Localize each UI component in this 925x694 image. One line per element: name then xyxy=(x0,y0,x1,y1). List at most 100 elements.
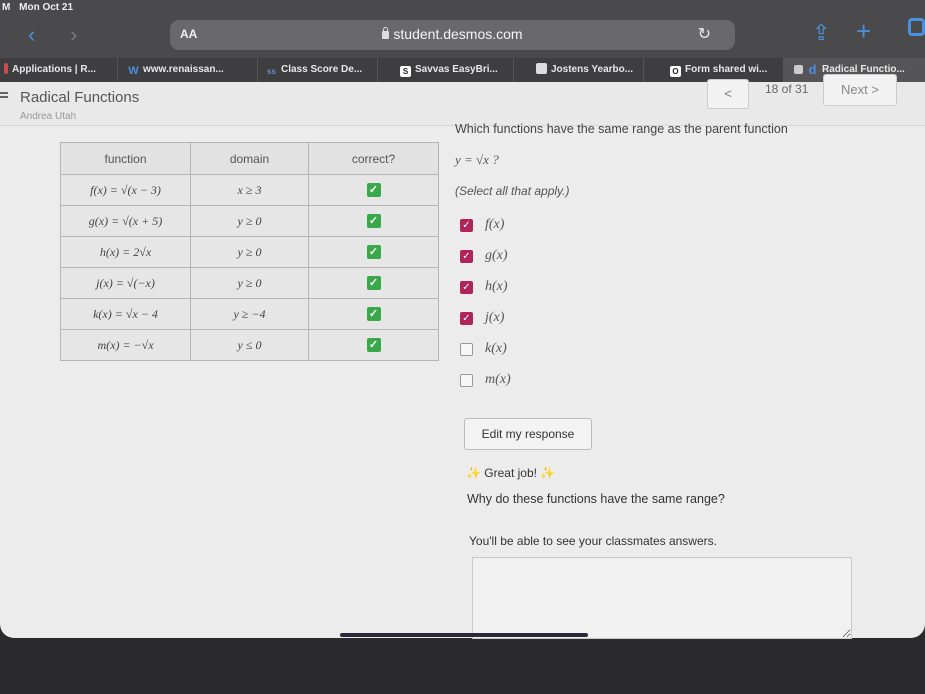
renaissance-icon: W xyxy=(128,65,139,77)
correct-check-icon: ✓ xyxy=(366,307,381,321)
question-instruction: (Select all that apply.) xyxy=(455,184,570,198)
question-prompt: Which functions have the same range as t… xyxy=(455,122,788,136)
column-header-domain: domain xyxy=(190,142,309,175)
question-math: y = √x ? xyxy=(455,152,499,167)
correct-check-icon: ✓ xyxy=(366,214,381,228)
checkbox[interactable] xyxy=(460,343,473,356)
activity-title: Radical Functions xyxy=(20,89,140,106)
tab-renaissance[interactable]: Wwww.renaissan... xyxy=(118,58,258,82)
reload-icon[interactable]: ↻ xyxy=(698,24,711,44)
desmos-page: Radical Functions Andrea Utah < 18 of 31… xyxy=(0,74,925,639)
status-time: M xyxy=(2,2,11,13)
tab-label: Class Score De... xyxy=(281,64,363,75)
app-icon xyxy=(4,63,8,74)
domain-cell: y ≥ −4 xyxy=(190,298,309,330)
column-header-correct: correct? xyxy=(308,142,439,175)
tab-jostens[interactable]: Jostens Yearbo... xyxy=(514,58,644,82)
tab-label: www.renaissan... xyxy=(143,64,224,75)
correct-cell: ✓ xyxy=(308,205,439,237)
desmos-icon: d xyxy=(808,62,817,77)
table-row: m(x) = −√x y ≤ 0 ✓ xyxy=(60,329,439,361)
correct-cell: ✓ xyxy=(308,174,439,206)
table-row: g(x) = √(x + 5) y ≥ 0 ✓ xyxy=(60,205,439,237)
browser-toolbar: ‹ › AA student.desmos.com ↻ ⇪ + xyxy=(0,16,925,58)
function-cell: j(x) = √(−x) xyxy=(60,267,191,299)
correct-cell: ✓ xyxy=(308,267,439,299)
tab-class-score[interactable]: ss Class Score De... xyxy=(258,58,378,82)
feedback-text: Great job! xyxy=(484,466,537,480)
tab-applications[interactable]: Applications | R... xyxy=(0,58,118,82)
menu-icon[interactable] xyxy=(0,92,8,102)
tab-savvas[interactable]: S Savvas EasyBri... xyxy=(378,58,514,82)
followup-question: Why do these functions have the same ran… xyxy=(467,492,725,506)
correct-check-icon: ✓ xyxy=(366,276,381,290)
checkbox[interactable]: ✓ xyxy=(460,250,473,263)
checkbox[interactable]: ✓ xyxy=(460,281,473,294)
jostens-icon xyxy=(536,63,547,74)
lock-icon xyxy=(382,27,390,39)
plus-icon[interactable]: + xyxy=(856,16,871,47)
domain-cell: y ≥ 0 xyxy=(190,205,309,237)
domain-cell: y ≥ 0 xyxy=(190,236,309,268)
function-cell: m(x) = −√x xyxy=(60,329,191,361)
url-field[interactable]: student.desmos.com xyxy=(170,26,735,42)
correct-cell: ✓ xyxy=(308,298,439,330)
ss-icon: ss xyxy=(267,67,276,76)
tab-bar: Applications | R... Wwww.renaissan... ss… xyxy=(0,58,925,82)
option-label: k(x) xyxy=(485,341,507,356)
checkbox[interactable]: ✓ xyxy=(460,312,473,325)
response-input[interactable] xyxy=(472,557,852,639)
status-bar: M Mon Oct 21 xyxy=(0,0,925,16)
table-row: h(x) = 2√x y ≥ 0 ✓ xyxy=(60,236,439,268)
table-header-row: function domain correct? xyxy=(60,142,439,175)
tab-label: Form shared wi... xyxy=(685,64,768,75)
share-note: You'll be able to see your classmates an… xyxy=(469,534,717,548)
domain-cell: y ≤ 0 xyxy=(190,329,309,361)
form-icon: O xyxy=(670,66,681,77)
previous-screen-button[interactable]: < xyxy=(707,79,749,109)
address-bar[interactable]: AA student.desmos.com ↻ xyxy=(170,20,735,50)
table-row: k(x) = √x − 4y ≥ −4 ✓ xyxy=(60,298,439,330)
column-header-function: function xyxy=(60,142,191,175)
party-popper-icon: ✨ xyxy=(466,466,481,480)
correct-check-icon: ✓ xyxy=(366,338,381,352)
checkbox[interactable]: ✓ xyxy=(460,219,473,232)
student-name: Andrea Utah xyxy=(20,111,77,122)
correct-check-icon: ✓ xyxy=(366,183,381,197)
savvas-icon: S xyxy=(400,66,411,77)
domain-cell: y ≥ 0 xyxy=(190,267,309,299)
tab-label: Applications | R... xyxy=(12,64,96,75)
functions-table: function domain correct? f(x) = √(x − 3)… xyxy=(60,142,439,361)
party-popper-icon: ✨ xyxy=(540,466,556,480)
chevron-right-icon[interactable]: › xyxy=(70,24,77,46)
correct-cell: ✓ xyxy=(308,329,439,361)
screen-counter: 18 of 31 xyxy=(765,82,809,96)
correct-check-icon: ✓ xyxy=(366,245,381,259)
tabs-icon[interactable] xyxy=(908,18,925,36)
function-cell: f(x) = √(x − 3) xyxy=(60,174,191,206)
option-label: h(x) xyxy=(485,279,508,294)
feedback-message: ✨ Great job! ✨ xyxy=(466,466,555,480)
table-row: j(x) = √(−x) y ≥ 0 ✓ xyxy=(60,267,439,299)
option-label: m(x) xyxy=(485,372,511,387)
url-text: student.desmos.com xyxy=(393,26,523,42)
tab-close-icon[interactable] xyxy=(794,65,803,74)
edit-response-button[interactable]: Edit my response xyxy=(464,418,592,450)
option-label: f(x) xyxy=(485,217,505,232)
table-row: f(x) = √(x − 3) x ≥ 3 ✓ xyxy=(60,174,439,206)
function-cell: g(x) = √(x + 5) xyxy=(60,205,191,237)
option-label: g(x) xyxy=(485,248,508,263)
chevron-left-icon[interactable]: ‹ xyxy=(28,24,35,46)
next-screen-button[interactable]: Next > xyxy=(823,74,897,106)
share-icon[interactable]: ⇪ xyxy=(812,20,830,46)
checkbox[interactable] xyxy=(460,374,473,387)
domain-cell: x ≥ 3 xyxy=(190,174,309,206)
tab-label: Savvas EasyBri... xyxy=(415,64,498,75)
option-label: j(x) xyxy=(485,310,505,325)
tab-label: Jostens Yearbo... xyxy=(551,64,634,75)
status-date: Mon Oct 21 xyxy=(19,2,74,13)
home-indicator[interactable] xyxy=(340,633,588,637)
activity-header: Radical Functions Andrea Utah < 18 of 31… xyxy=(0,74,925,126)
screen: M Mon Oct 21 ‹ › AA student.desmos.com ↻… xyxy=(0,0,925,694)
function-cell: k(x) = √x − 4 xyxy=(60,298,191,330)
